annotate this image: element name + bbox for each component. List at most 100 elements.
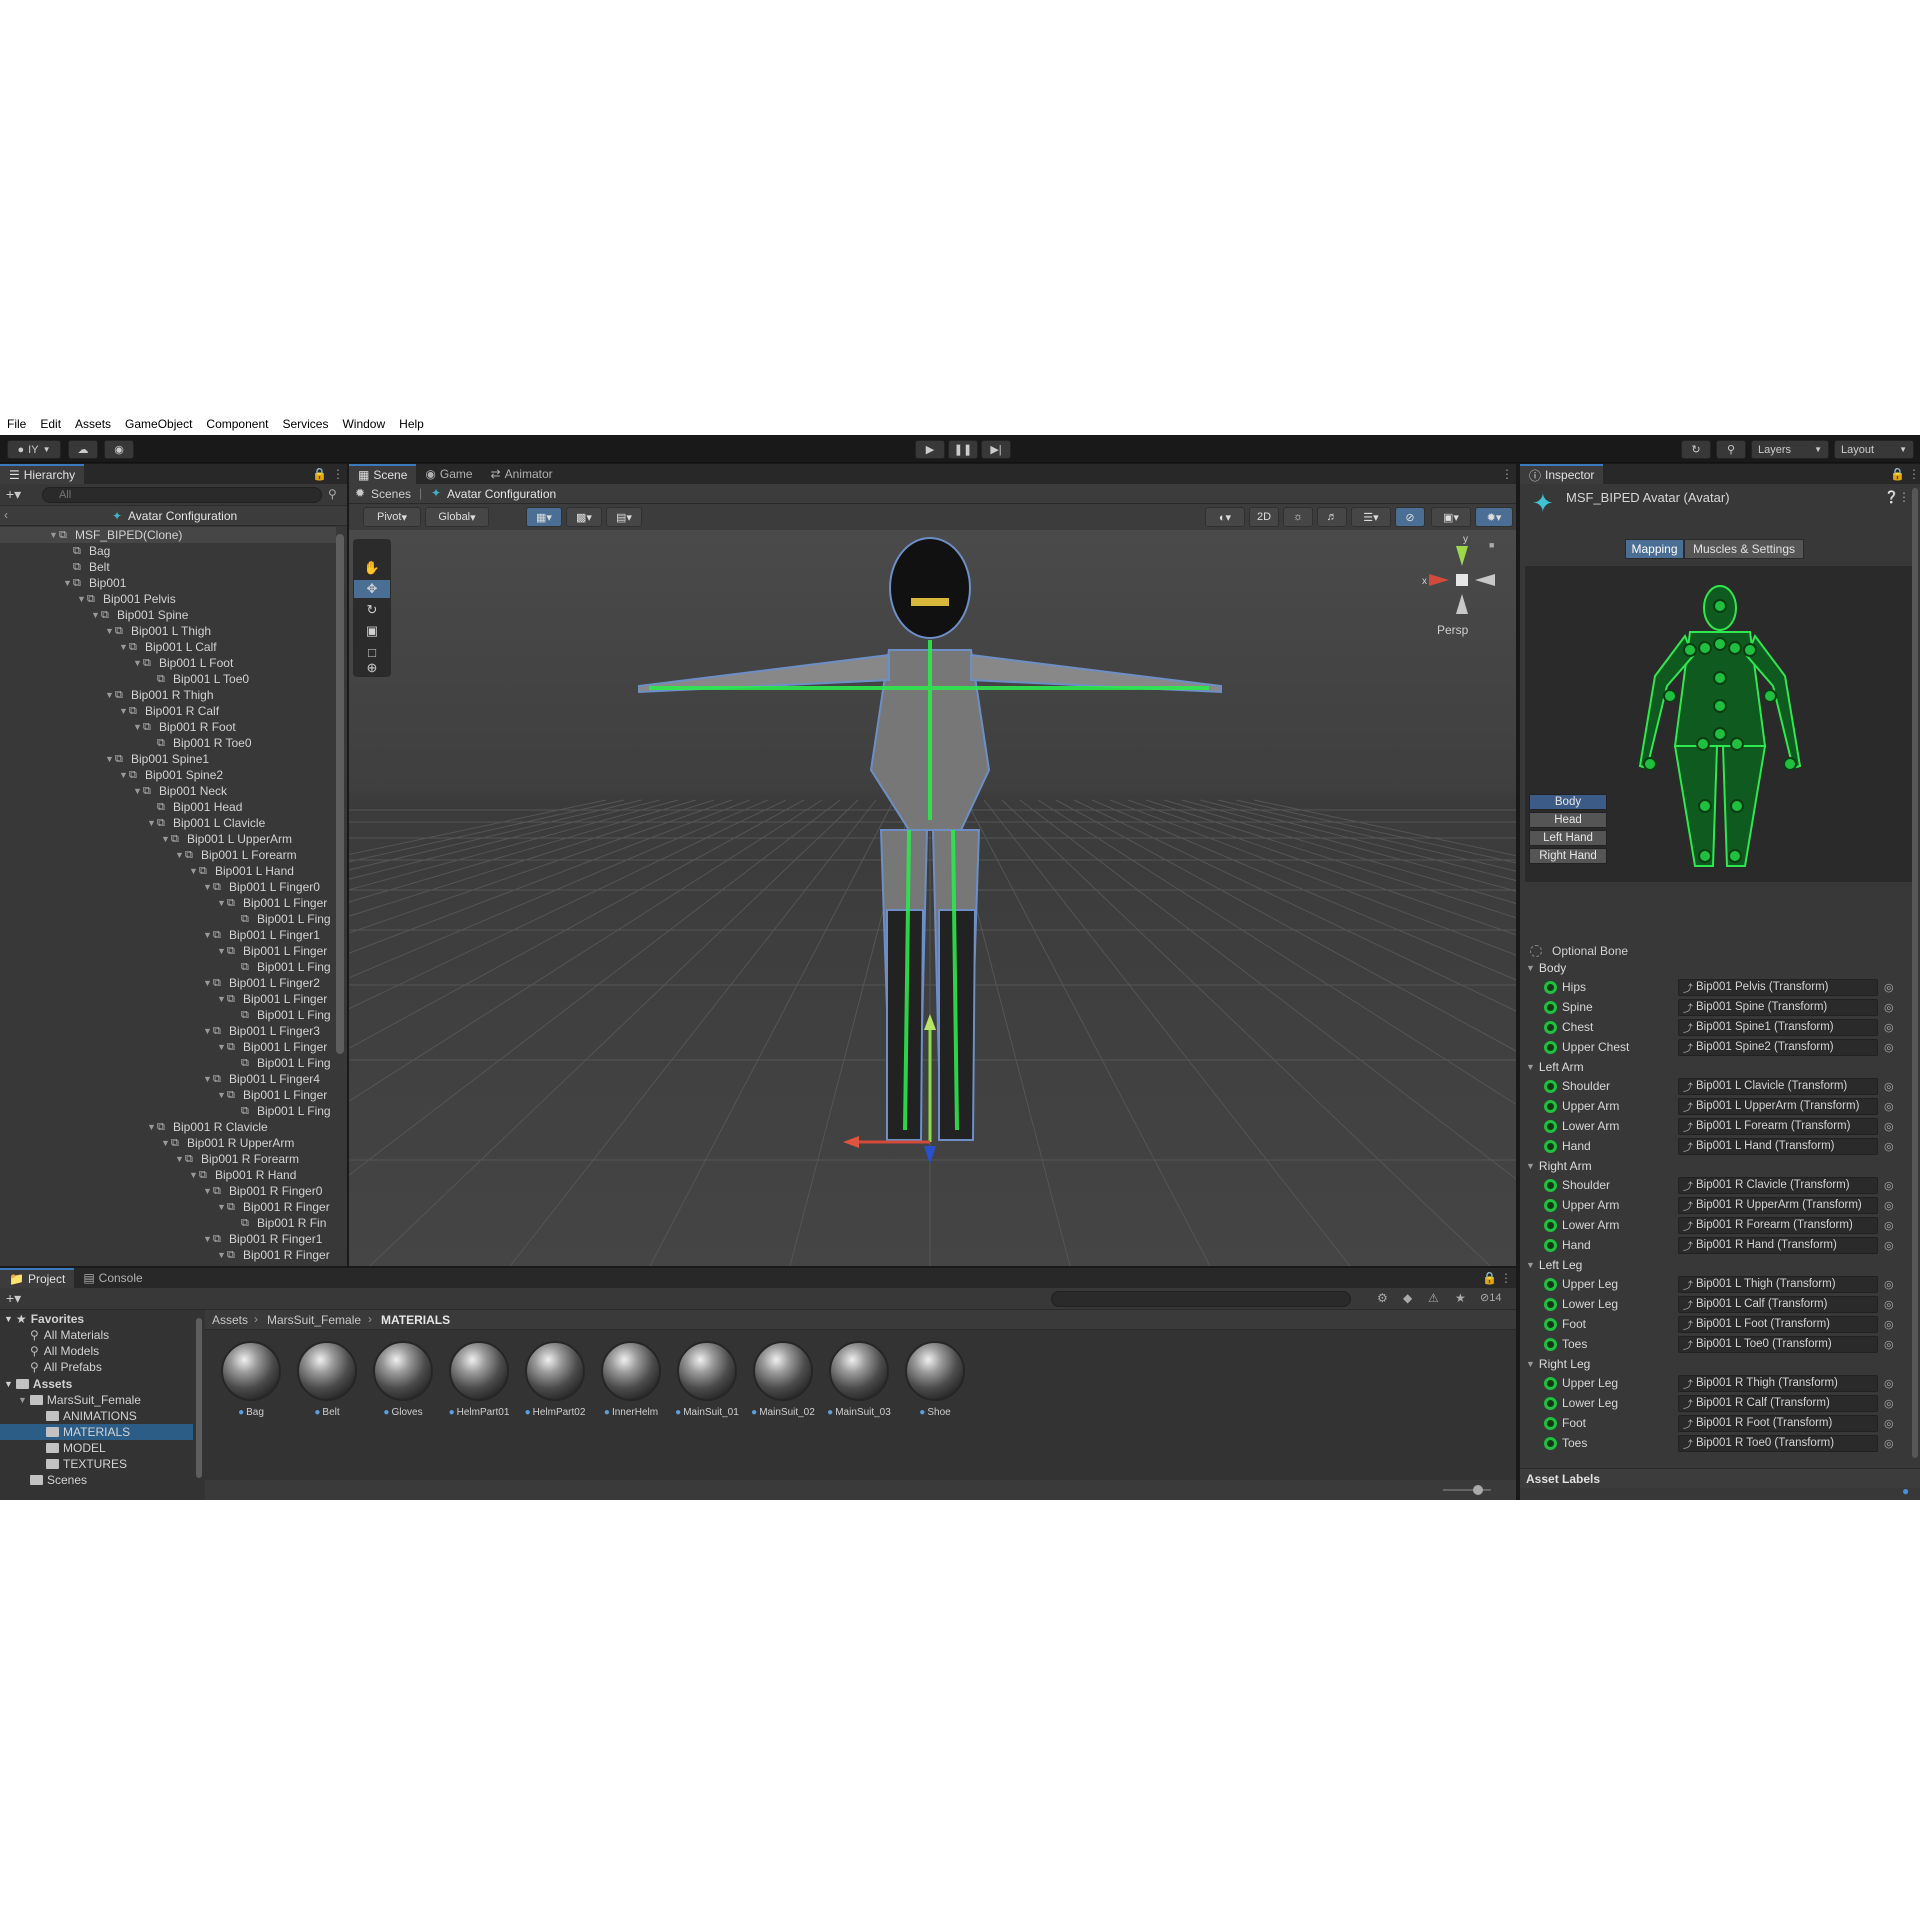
- expand-arrow-icon[interactable]: ▼: [216, 1202, 227, 1212]
- filter-type-icon[interactable]: ⚙: [1377, 1291, 1388, 1305]
- expand-arrow-icon[interactable]: ▼: [104, 690, 115, 700]
- material-item[interactable]: ● MainSuit_03: [827, 1341, 891, 1418]
- slider-thumb[interactable]: [1473, 1485, 1483, 1495]
- bone-group-header[interactable]: ▼ Right Arm: [1520, 1156, 1914, 1176]
- bone-transform-field[interactable]: ⤴ Bip001 L Foot (Transform): [1678, 1315, 1878, 1333]
- scale-tool[interactable]: ▣: [354, 622, 390, 640]
- breadcrumb-item[interactable]: Assets: [212, 1313, 248, 1327]
- folder-item[interactable]: TEXTURES: [0, 1456, 193, 1472]
- menu-assets[interactable]: Assets: [75, 417, 111, 431]
- hierarchy-item[interactable]: ▼ ⧉ Bip001 R Finger: [0, 1199, 336, 1215]
- bone-transform-field[interactable]: ⤴ Bip001 L Hand (Transform): [1678, 1137, 1878, 1155]
- bone-transform-field[interactable]: ⤴ Bip001 Spine (Transform): [1678, 998, 1878, 1016]
- folder-item[interactable]: ▼ MarsSuit_Female: [0, 1392, 193, 1408]
- more-menu-icon[interactable]: ⋮: [1501, 467, 1513, 481]
- object-picker-icon[interactable]: ◎: [1884, 1100, 1894, 1113]
- hierarchy-item[interactable]: ▼ ⧉ Bip001 R Hand: [0, 1167, 336, 1183]
- hierarchy-item[interactable]: ▼ ⧉ Bip001 Spine: [0, 607, 336, 623]
- hierarchy-item[interactable]: ▼ ⧉ Bip001 Pelvis: [0, 591, 336, 607]
- expand-arrow-icon[interactable]: ▼: [202, 1026, 213, 1036]
- hierarchy-item[interactable]: ▼ ⧉ Bip001 Spine1: [0, 751, 336, 767]
- move-tool[interactable]: ✥: [354, 580, 390, 598]
- favorite-item[interactable]: ⚲ All Materials: [30, 1327, 109, 1343]
- expand-arrow-icon[interactable]: ▼: [132, 786, 143, 796]
- tab-muscles-settings[interactable]: Muscles & Settings: [1684, 539, 1804, 559]
- expand-arrow-icon[interactable]: ▼: [118, 770, 129, 780]
- hierarchy-item[interactable]: ▼ ⧉ MSF_BIPED(Clone): [0, 527, 336, 543]
- object-picker-icon[interactable]: ◎: [1884, 1298, 1894, 1311]
- bone-transform-field[interactable]: ⤴ Bip001 L Calf (Transform): [1678, 1295, 1878, 1313]
- menu-services[interactable]: Services: [282, 417, 328, 431]
- tab-animator[interactable]: ⇄ Animator: [482, 464, 562, 484]
- object-picker-icon[interactable]: ◎: [1884, 1397, 1894, 1410]
- pivot-dropdown[interactable]: Pivot ▾: [363, 507, 421, 527]
- hierarchy-item[interactable]: ▼ ⧉ Bip001 L Foot: [0, 655, 336, 671]
- breadcrumb-scenes[interactable]: Scenes: [371, 487, 411, 501]
- material-item[interactable]: ● HelmPart02: [523, 1341, 587, 1418]
- body-part-button-body[interactable]: Body: [1529, 794, 1607, 810]
- icon-size-slider[interactable]: [1443, 1489, 1491, 1491]
- lock-icon[interactable]: ■: [1489, 540, 1494, 550]
- hierarchy-item[interactable]: ▼ ⧉ Bip001 R UpperArm: [0, 1135, 336, 1151]
- expand-arrow-icon[interactable]: ▼: [216, 1090, 227, 1100]
- hierarchy-item[interactable]: ⧉ Belt: [0, 559, 336, 575]
- filter-label-icon[interactable]: ◆: [1403, 1291, 1412, 1305]
- body-part-button-head[interactable]: Head: [1529, 812, 1607, 828]
- asset-labels-header[interactable]: Asset Labels: [1520, 1468, 1920, 1488]
- expand-arrow-icon[interactable]: ▼: [76, 594, 87, 604]
- expand-arrow-icon[interactable]: ▼: [188, 866, 199, 876]
- expand-arrow-icon[interactable]: ▼: [174, 850, 185, 860]
- mode-2d-button[interactable]: 2D: [1249, 507, 1279, 527]
- hierarchy-item[interactable]: ▼ ⧉ Bip001 L Finger1: [0, 927, 336, 943]
- material-item[interactable]: ● Gloves: [371, 1341, 435, 1418]
- expand-arrow-icon[interactable]: ▼: [174, 1154, 185, 1164]
- hierarchy-item[interactable]: ▼ ⧉ Bip001 L Calf: [0, 639, 336, 655]
- hierarchy-item[interactable]: ▼ ⧉ Bip001 L Finger: [0, 1039, 336, 1055]
- expand-arrow-icon[interactable]: ▼: [202, 978, 213, 988]
- hierarchy-item[interactable]: ▼ ⧉ Bip001 R Calf: [0, 703, 336, 719]
- inspector-scrollbar[interactable]: [1912, 488, 1918, 1458]
- material-item[interactable]: ● Belt: [295, 1341, 359, 1418]
- folder-item[interactable]: MATERIALS: [0, 1424, 193, 1440]
- bone-transform-field[interactable]: ⤴ Bip001 R Clavicle (Transform): [1678, 1176, 1878, 1194]
- hierarchy-item[interactable]: ⧉ Bip001 L Fing: [0, 1055, 336, 1071]
- material-item[interactable]: ● Bag: [219, 1341, 283, 1418]
- material-item[interactable]: ● HelmPart01: [447, 1341, 511, 1418]
- hierarchy-item[interactable]: ▼ ⧉ Bip001 L Finger0: [0, 879, 336, 895]
- expand-arrow-icon[interactable]: ▼: [216, 1250, 227, 1260]
- breadcrumb-item[interactable]: MATERIALS: [381, 1313, 450, 1327]
- hierarchy-item[interactable]: ⧉ Bip001 L Fing: [0, 959, 336, 975]
- effects-dropdown[interactable]: ☰▾: [1351, 507, 1391, 527]
- object-picker-icon[interactable]: ◎: [1884, 1080, 1894, 1093]
- grid-snap-button[interactable]: ▦▾: [526, 507, 562, 527]
- hierarchy-scrollbar[interactable]: [336, 534, 344, 1054]
- back-icon[interactable]: ‹: [4, 508, 8, 522]
- hidden-packages-count[interactable]: ⊘14: [1480, 1291, 1501, 1304]
- hierarchy-item[interactable]: ▼ ⧉ Bip001 R Finger: [0, 1247, 336, 1263]
- play-button[interactable]: ▶: [915, 440, 945, 459]
- tab-hierarchy[interactable]: ☰ Hierarchy: [0, 464, 85, 484]
- audio-toggle[interactable]: ♬: [1317, 507, 1347, 527]
- menu-window[interactable]: Window: [342, 417, 385, 431]
- add-icon[interactable]: +▾: [6, 1290, 21, 1307]
- expand-arrow-icon[interactable]: ▼: [216, 994, 227, 1004]
- layout-dropdown[interactable]: Layout ▼: [1834, 440, 1914, 459]
- layers-dropdown[interactable]: Layers ▼: [1751, 440, 1829, 459]
- tab-scene[interactable]: ▦ Scene: [349, 464, 417, 484]
- hierarchy-item[interactable]: ▼ ⧉ Bip001 R Finger1: [0, 1231, 336, 1247]
- hierarchy-item[interactable]: ⧉ Bag: [0, 543, 336, 559]
- search-button[interactable]: ⚲: [1716, 440, 1746, 459]
- hierarchy-item[interactable]: ▼ ⧉ Bip001 R Clavicle: [0, 1119, 336, 1135]
- hierarchy-item[interactable]: ▼ ⧉ Bip001 L Forearm: [0, 847, 336, 863]
- hierarchy-item[interactable]: ▼ ⧉ Bip001 R Forearm: [0, 1151, 336, 1167]
- expand-arrow-icon[interactable]: ▼: [62, 578, 73, 588]
- favorite-item[interactable]: ⚲ All Prefabs: [30, 1359, 102, 1375]
- tab-game[interactable]: ◉ Game: [416, 464, 481, 484]
- object-picker-icon[interactable]: ◎: [1884, 981, 1894, 994]
- breadcrumb-avatar-configuration[interactable]: Avatar Configuration: [447, 487, 556, 501]
- expand-arrow-icon[interactable]: ▼: [90, 610, 101, 620]
- hierarchy-item[interactable]: ⧉ Bip001 R Toe0: [0, 735, 336, 751]
- add-icon[interactable]: +▾: [6, 486, 21, 503]
- folder-item[interactable]: MODEL: [0, 1440, 193, 1456]
- menu-file[interactable]: File: [7, 417, 26, 431]
